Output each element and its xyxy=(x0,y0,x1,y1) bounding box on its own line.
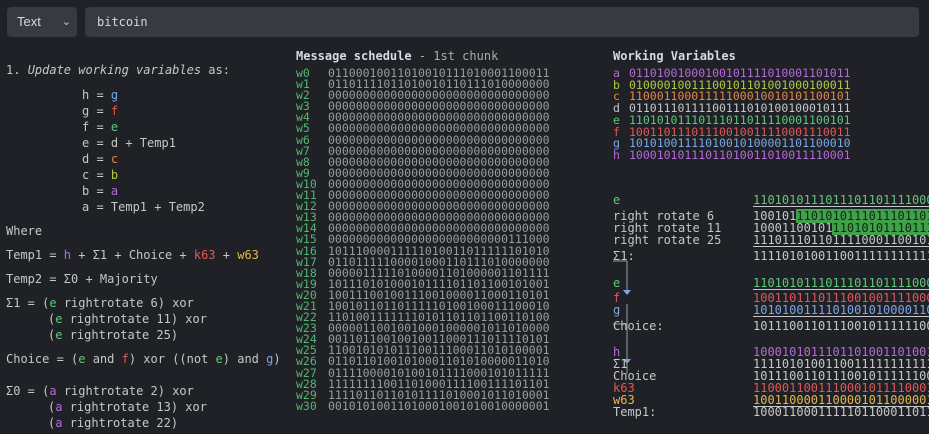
message-schedule: Message schedule - 1st chunk w0 011000100… xyxy=(296,49,596,412)
calc-temp1-label: Temp1: xyxy=(613,405,657,419)
assign-f: f = e xyxy=(82,120,119,134)
message-input[interactable]: bitcoin xyxy=(85,7,919,37)
calc-s1-label: Σ1: xyxy=(613,249,635,263)
schedule-row: w30 00101010011010001001010010000001 xyxy=(296,398,596,413)
schedule-title: Message schedule - 1st chunk xyxy=(296,49,499,63)
sigma0-line-3: (a rightrotate 22) xyxy=(48,416,179,430)
working-variable-label: h xyxy=(613,147,620,162)
assign-g: g = f xyxy=(82,104,119,118)
choice-formula: Choice = (e and f) xor ((not e) and g) xyxy=(6,352,281,366)
sigma1-line-1: Σ1 = (e rightrotate 6) xor xyxy=(6,296,194,310)
message-input-value: bitcoin xyxy=(97,15,148,29)
input-type-select[interactable]: Text ⌄ xyxy=(7,7,77,37)
chevron-down-icon: ⌄ xyxy=(61,16,71,28)
working-variables-title: Working Variables xyxy=(613,49,736,63)
assign-a: a = Temp1 + Temp2 xyxy=(82,200,205,214)
working-variable-row: h 10001010111011010011010011110001 xyxy=(613,147,929,162)
calc-g-label: g xyxy=(613,303,621,317)
temp1-formula: Temp1 = h + Σ1 + Choice + k63 + w63 xyxy=(6,248,259,262)
assign-h: h = g xyxy=(82,88,119,102)
sigma0-line-2: (a rightrotate 13) xor xyxy=(48,400,207,414)
select-value: Text xyxy=(17,14,41,29)
calc-e2-label: e xyxy=(613,276,621,290)
schedule-row-value: 00101010011010001001010010000001 xyxy=(328,398,550,413)
assign-b: b = a xyxy=(82,184,119,198)
schedule-row-label: w30 xyxy=(296,398,317,413)
sigma0-line-1: Σ0 = (a rightrotate 2) xor xyxy=(6,384,194,398)
where-label: Where xyxy=(6,224,43,238)
schedule-rows: w0 01100010011010010111010001100011 w1 0110… xyxy=(296,67,596,413)
toolbar: Text ⌄ bitcoin xyxy=(0,0,929,44)
sigma1-line-3: (e rightrotate 25) xyxy=(48,328,179,342)
sigma1-line-2: (e rightrotate 11) xor xyxy=(48,312,207,326)
calc-e-label: e xyxy=(613,193,621,207)
calc-choice-label: Choice: xyxy=(613,319,664,333)
working-variables-rows: a 01101001000100101111010001101011 b 010000… xyxy=(613,67,929,162)
step-heading: 1. Update working variables as: xyxy=(6,63,230,77)
working-variables: Working Variables a 011010010001001011110… xyxy=(613,49,929,162)
assign-c: c = b xyxy=(82,168,119,182)
assign-d: d = c xyxy=(82,152,119,166)
temp2-formula: Temp2 = Σ0 + Majority xyxy=(6,272,158,286)
working-variable-value: 10001010111011010011010011110001 xyxy=(629,147,851,162)
assign-e: e = d + Temp1 xyxy=(82,136,176,150)
calc-rr25-label: right rotate 25 xyxy=(613,233,722,247)
